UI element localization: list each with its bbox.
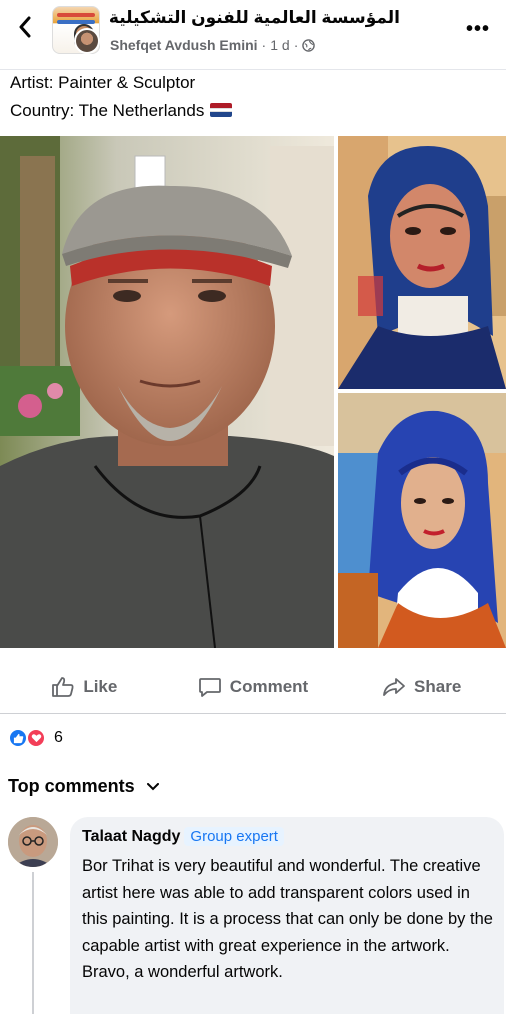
- reaction-count: 6: [54, 729, 63, 746]
- post-meta: Shefqet Avdush Emini · 1 d ·: [110, 37, 316, 53]
- post-line-1: Artist: Painter & Sculptor: [10, 73, 196, 92]
- chevron-left-icon: [19, 16, 31, 38]
- author-avatar[interactable]: [74, 28, 100, 54]
- like-label: Like: [83, 676, 118, 696]
- share-label: Share: [414, 676, 462, 696]
- comment-icon: [198, 677, 221, 697]
- comment-bubble: Talaat Nagdy Group expert Bor Trihat is v…: [70, 817, 504, 1014]
- group-expert-badge: Group expert: [184, 827, 284, 846]
- like-reaction-icon: [8, 728, 28, 748]
- comment-thread-line: [32, 872, 34, 1014]
- top-comments-dropdown[interactable]: Top comments: [8, 776, 159, 797]
- love-reaction-icon: [26, 728, 46, 748]
- chevron-down-icon: [146, 782, 159, 790]
- share-button[interactable]: Share: [337, 660, 506, 713]
- thumbs-up-icon: [52, 676, 74, 697]
- share-icon: [383, 677, 405, 696]
- commenter-name-row: Talaat Nagdy Group expert: [82, 827, 284, 846]
- post-header: المؤسسة العالمية للفنون التشكيلية Shefqe…: [0, 0, 506, 70]
- painting-portrait-1[interactable]: [338, 136, 506, 389]
- post-action-bar: Like Comment Share: [0, 660, 506, 714]
- back-button[interactable]: [10, 12, 40, 42]
- meta-separator: ·: [293, 37, 299, 53]
- post-text-line: Artist: Painter & Sculptor: [10, 73, 195, 93]
- post-time[interactable]: 1 d: [270, 37, 289, 53]
- comment-text: Bor Trihat is very beautiful and wonderf…: [82, 857, 493, 981]
- commenter-name[interactable]: Talaat Nagdy: [82, 828, 180, 845]
- globe-icon: [302, 38, 316, 52]
- like-button[interactable]: Like: [0, 660, 169, 713]
- comment-label: Comment: [229, 676, 309, 696]
- netherlands-flag-icon: [210, 103, 233, 117]
- post-line-2: Country: The Netherlands: [10, 101, 205, 120]
- reaction-summary[interactable]: 6: [8, 728, 63, 748]
- comment-button[interactable]: Comment: [169, 660, 338, 713]
- meta-separator: ·: [261, 37, 267, 53]
- top-comments-label: Top comments: [8, 776, 135, 796]
- commenter-avatar[interactable]: [8, 817, 58, 867]
- more-options-button[interactable]: •••: [466, 18, 490, 41]
- post-text-line: Country: The Netherlands: [10, 101, 233, 121]
- painting-portrait-2[interactable]: [338, 393, 506, 648]
- artist-photo[interactable]: [0, 136, 334, 648]
- author-name[interactable]: Shefqet Avdush Emini: [110, 37, 258, 53]
- group-name[interactable]: المؤسسة العالمية للفنون التشكيلية: [109, 8, 400, 28]
